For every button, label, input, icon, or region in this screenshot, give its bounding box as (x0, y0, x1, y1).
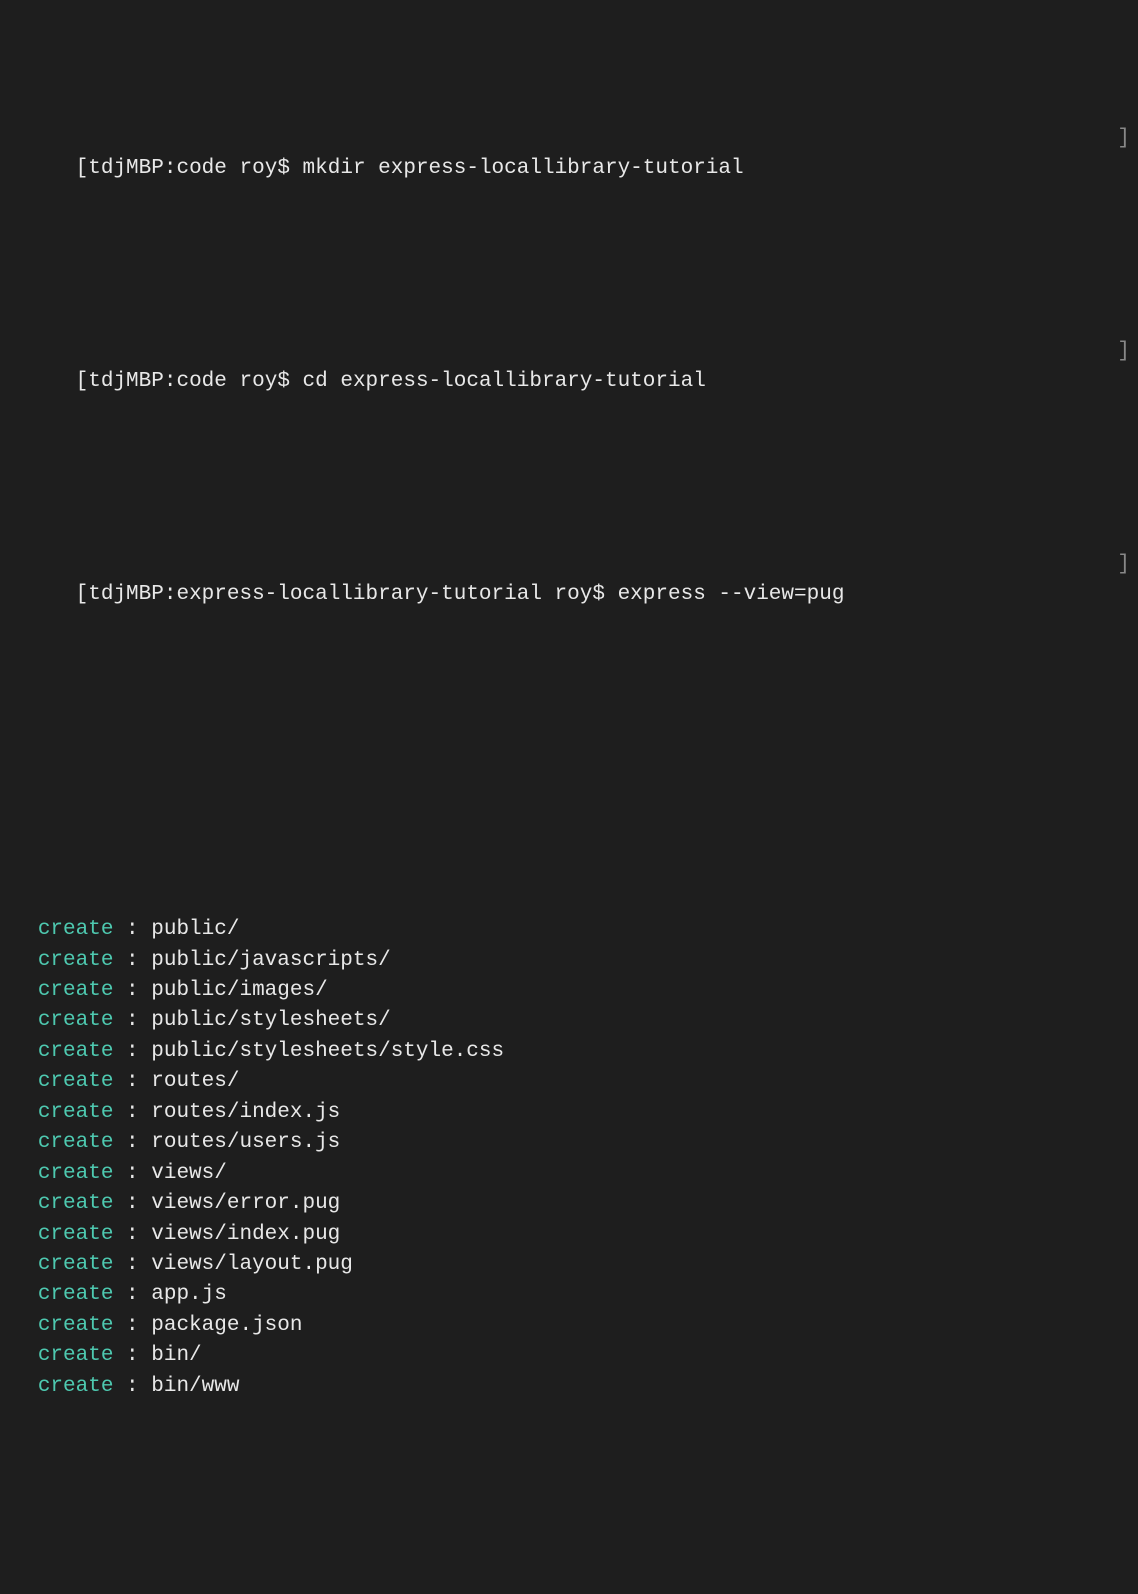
prompt-host: tdjMBP (88, 370, 164, 393)
prompt-sep: : (164, 157, 177, 180)
create-colon: : (113, 1040, 151, 1063)
create-keyword: create (38, 1314, 114, 1337)
create-keyword: create (38, 1131, 114, 1154)
command-text: mkdir express-locallibrary-tutorial (303, 157, 744, 180)
create-colon: : (113, 918, 151, 941)
create-line: create : routes/index.js (0, 1098, 1138, 1128)
blank-line (0, 1524, 1138, 1554)
prompt-line: [tdjMBP:code roy$ cd express-locallibrar… (0, 337, 1138, 428)
blank-line (0, 763, 1138, 793)
terminal-output[interactable]: [tdjMBP:code roy$ mkdir express-locallib… (0, 2, 1138, 1594)
prompt-host: tdjMBP (88, 583, 164, 606)
create-keyword: create (38, 1283, 114, 1306)
create-keyword: create (38, 1223, 114, 1246)
create-colon: : (113, 1253, 151, 1276)
prompt-host: tdjMBP (88, 157, 164, 180)
create-keyword: create (38, 1101, 114, 1124)
create-path: views/layout.pug (151, 1253, 353, 1276)
prompt-bracket-close: ] (1117, 124, 1138, 215)
prompt-path: code (176, 157, 226, 180)
prompt-dollar: $ (277, 370, 290, 393)
create-colon: : (113, 1314, 151, 1337)
create-line: create : views/layout.pug (0, 1250, 1138, 1280)
prompt-line: [tdjMBP:code roy$ mkdir express-locallib… (0, 124, 1138, 215)
create-colon: : (113, 949, 151, 972)
create-keyword: create (38, 1162, 114, 1185)
create-keyword: create (38, 918, 114, 941)
create-line: create : package.json (0, 1311, 1138, 1341)
create-path: routes/users.js (151, 1131, 340, 1154)
prompt-bracket-open: [ (76, 370, 89, 393)
create-line: create : public/ (0, 915, 1138, 945)
create-keyword: create (38, 1344, 114, 1367)
create-path: public/images/ (151, 979, 327, 1002)
create-colon: : (113, 979, 151, 1002)
prompt-path: code (176, 370, 226, 393)
prompt-dollar: $ (592, 583, 605, 606)
create-line: create : routes/users.js (0, 1128, 1138, 1158)
create-keyword: create (38, 979, 114, 1002)
create-colon: : (113, 1131, 151, 1154)
prompt-bracket-close: ] (1117, 550, 1138, 641)
create-path: public/stylesheets/ (151, 1009, 390, 1032)
create-colon: : (113, 1101, 151, 1124)
create-line: create : routes/ (0, 1067, 1138, 1097)
prompt-sep: : (164, 370, 177, 393)
create-keyword: create (38, 1040, 114, 1063)
create-line: create : public/images/ (0, 976, 1138, 1006)
create-path: app.js (151, 1283, 227, 1306)
create-line: create : bin/www (0, 1372, 1138, 1402)
create-colon: : (113, 1223, 151, 1246)
create-keyword: create (38, 1070, 114, 1093)
create-path: public/javascripts/ (151, 949, 390, 972)
create-colon: : (113, 1070, 151, 1093)
create-line: create : views/ (0, 1159, 1138, 1189)
create-path: package.json (151, 1314, 302, 1337)
prompt-user: roy (240, 157, 278, 180)
create-path: bin/www (151, 1375, 239, 1398)
create-colon: : (113, 1344, 151, 1367)
create-line: create : public/javascripts/ (0, 946, 1138, 976)
create-path: routes/index.js (151, 1101, 340, 1124)
create-path: views/index.pug (151, 1223, 340, 1246)
create-keyword: create (38, 1192, 114, 1215)
create-colon: : (113, 1283, 151, 1306)
create-path: bin/ (151, 1344, 201, 1367)
prompt-bracket-close: ] (1117, 337, 1138, 428)
prompt-bracket-open: [ (76, 157, 89, 180)
prompt-sep: : (164, 583, 177, 606)
create-colon: : (113, 1192, 151, 1215)
create-path: public/ (151, 918, 239, 941)
create-keyword: create (38, 949, 114, 972)
create-line: create : public/stylesheets/style.css (0, 1037, 1138, 1067)
prompt-dollar: $ (277, 157, 290, 180)
create-line: create : views/index.pug (0, 1220, 1138, 1250)
create-line: create : views/error.pug (0, 1189, 1138, 1219)
prompt-path: express-locallibrary-tutorial (176, 583, 541, 606)
create-path: views/ (151, 1162, 227, 1185)
create-path: public/stylesheets/style.css (151, 1040, 504, 1063)
create-colon: : (113, 1375, 151, 1398)
create-path: views/error.pug (151, 1192, 340, 1215)
create-keyword: create (38, 1253, 114, 1276)
create-path: routes/ (151, 1070, 239, 1093)
prompt-user: roy (240, 370, 278, 393)
create-line: create : public/stylesheets/ (0, 1006, 1138, 1036)
command-text: express --view=pug (618, 583, 845, 606)
create-keyword: create (38, 1375, 114, 1398)
create-line: create : bin/ (0, 1341, 1138, 1371)
prompt-bracket-open: [ (76, 583, 89, 606)
command-text: cd express-locallibrary-tutorial (303, 370, 706, 393)
prompt-user: roy (555, 583, 593, 606)
create-line: create : app.js (0, 1280, 1138, 1310)
create-keyword: create (38, 1009, 114, 1032)
create-colon: : (113, 1009, 151, 1032)
prompt-line: [tdjMBP:express-locallibrary-tutorial ro… (0, 550, 1138, 641)
create-colon: : (113, 1162, 151, 1185)
create-output-block: create : public/ create : public/javascr… (0, 915, 1138, 1402)
